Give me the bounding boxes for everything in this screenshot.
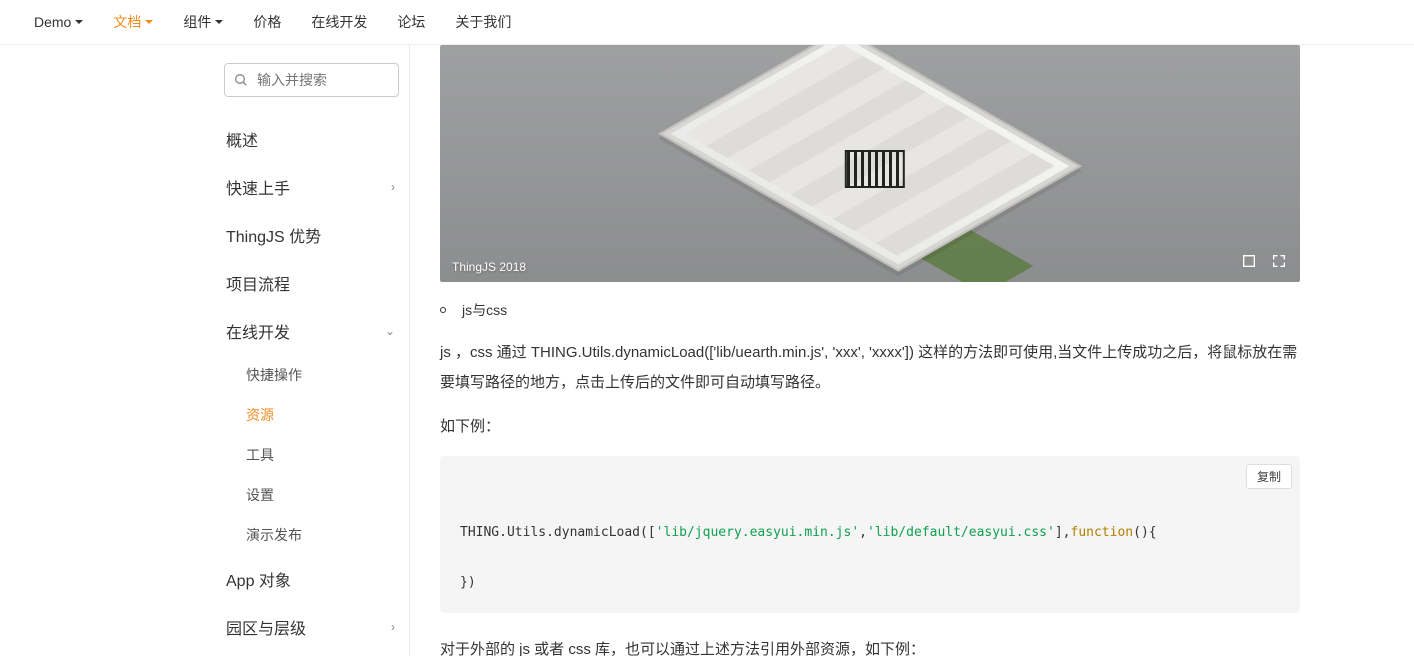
nav-label: 在线开发 xyxy=(311,12,367,32)
code-string: 'lib/default/easyui.css' xyxy=(867,525,1055,540)
code-text: ], xyxy=(1055,525,1071,540)
nav-item-3[interactable]: 价格 xyxy=(253,12,281,32)
code-string: 'lib/jquery.easyui.min.js' xyxy=(656,525,860,540)
hero-gate xyxy=(845,150,905,188)
nav-label: 组件 xyxy=(183,12,211,32)
nav-label: 文档 xyxy=(113,12,141,32)
page-body: 概述快速上手 › ThingJS 优势项目流程在线开发 ⌄ 快捷操作资源工具设置演示发布… xyxy=(0,45,1414,656)
sidebar-sublist: 快捷操作资源工具设置演示发布 xyxy=(224,355,399,555)
nav-label: Demo xyxy=(34,14,71,30)
sidebar-subitem-2[interactable]: 工具 xyxy=(246,435,399,475)
code-keyword: function xyxy=(1071,525,1134,540)
sidebar-item-label: 园区与层级 xyxy=(226,615,306,639)
sidebar-subitem-4[interactable]: 演示发布 xyxy=(246,515,399,555)
nav-label: 价格 xyxy=(253,12,281,32)
bullet-label: js与css xyxy=(462,300,507,320)
hero-watermark: ThingJS 2018 xyxy=(452,260,526,274)
paragraph-example-lead: 如下例： xyxy=(440,412,1300,442)
search-wrapper xyxy=(224,63,399,97)
nav-item-2[interactable]: 组件 xyxy=(183,12,223,32)
bullet-jscss: js与css xyxy=(440,300,1300,320)
nav-label: 关于我们 xyxy=(455,12,511,32)
nav-item-5[interactable]: 论坛 xyxy=(397,12,425,32)
expand-icon[interactable] xyxy=(1238,250,1260,272)
code-text: THING.Utils.dynamicLoad([ xyxy=(460,525,656,540)
chevron-right-icon: › xyxy=(391,620,395,634)
nav-item-0[interactable]: Demo xyxy=(34,14,83,30)
caret-down-icon xyxy=(145,20,153,24)
sidebar-item-label: ThingJS 优势 xyxy=(226,223,321,247)
chevron-down-icon: ⌄ xyxy=(385,324,395,338)
code-text: , xyxy=(859,525,867,540)
sidebar: 概述快速上手 › ThingJS 优势项目流程在线开发 ⌄ 快捷操作资源工具设置演示发布… xyxy=(206,45,410,656)
sidebar-item-7[interactable]: 对象创建› xyxy=(224,651,399,656)
caret-down-icon xyxy=(215,20,223,24)
sidebar-item-2[interactable]: ThingJS 优势 xyxy=(224,211,399,259)
sidebar-item-4[interactable]: 在线开发 ⌄ xyxy=(224,307,399,355)
hero-image: ThingJS 2018 xyxy=(440,45,1300,282)
paragraph-external: 对于外部的 js 或者 css 库，也可以通过上述方法引用外部资源，如下例： xyxy=(440,635,1300,656)
sidebar-item-1[interactable]: 快速上手 › xyxy=(224,163,399,211)
copy-button[interactable]: 复制 xyxy=(1246,464,1292,489)
fullscreen-icon[interactable] xyxy=(1268,250,1290,272)
code-block-1: 复制 THING.Utils.dynamicLoad(['lib/jquery.… xyxy=(440,456,1300,613)
sidebar-item-label: 在线开发 xyxy=(226,319,290,343)
sidebar-subitem-0[interactable]: 快捷操作 xyxy=(246,355,399,395)
sidebar-subitem-1[interactable]: 资源 xyxy=(246,395,399,435)
chevron-right-icon: › xyxy=(391,180,395,194)
sidebar-item-label: 项目流程 xyxy=(226,271,290,295)
code-text: }) xyxy=(460,575,476,590)
top-nav: Demo 文档 组件 价格 在线开发 论坛 关于我们 xyxy=(0,0,1414,45)
left-gutter xyxy=(0,45,206,656)
sidebar-item-3[interactable]: 项目流程 xyxy=(224,259,399,307)
nav-item-1[interactable]: 文档 xyxy=(113,12,153,32)
sidebar-item-0[interactable]: 概述 xyxy=(224,115,399,163)
sidebar-item-6[interactable]: 园区与层级 › xyxy=(224,603,399,651)
main-content: ThingJS 2018 js与css js ，css 通过 THING.Uti… xyxy=(410,45,1330,656)
sidebar-subitem-3[interactable]: 设置 xyxy=(246,475,399,515)
bullet-icon xyxy=(440,307,446,313)
paragraph-desc: js ，css 通过 THING.Utils.dynamicLoad(['lib… xyxy=(440,338,1300,398)
search-input[interactable] xyxy=(224,63,399,97)
sidebar-item-label: 快速上手 xyxy=(226,175,290,199)
nav-item-6[interactable]: 关于我们 xyxy=(455,12,511,32)
sidebar-item-label: 概述 xyxy=(226,127,258,151)
caret-down-icon xyxy=(75,20,83,24)
nav-item-4[interactable]: 在线开发 xyxy=(311,12,367,32)
nav-label: 论坛 xyxy=(397,12,425,32)
sidebar-item-label: App 对象 xyxy=(226,567,291,591)
search-icon xyxy=(233,72,249,88)
code-text: (){ xyxy=(1133,525,1156,540)
sidebar-item-5[interactable]: App 对象 xyxy=(224,555,399,603)
